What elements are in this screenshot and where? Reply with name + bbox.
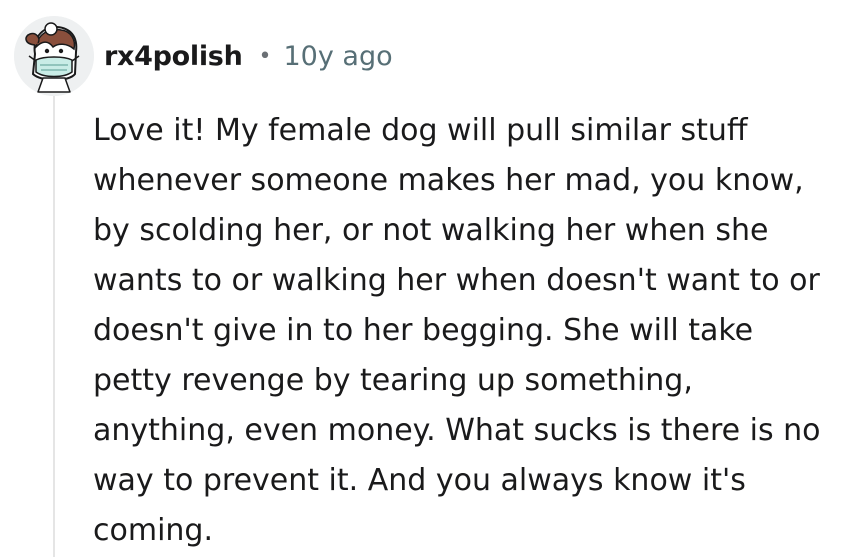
comment-timestamp[interactable]: 10y ago [283, 41, 392, 72]
user-avatar[interactable] [14, 16, 94, 96]
comment-line: coming. [93, 513, 213, 548]
comment-line: Love it! My female dog will pull similar… [93, 113, 748, 148]
comment-line: way to prevent it. And you always know i… [93, 463, 746, 498]
thread-line[interactable] [53, 96, 55, 557]
comment-line: wants to or walking her when doesn't wan… [93, 263, 820, 298]
comment-line: whenever someone makes her mad, you know… [93, 163, 804, 198]
comment-line: by scolding her, or not walking her when… [93, 213, 769, 248]
username-link[interactable]: rx4polish [104, 41, 243, 72]
snoo-avatar-with-face-mask-icon [14, 16, 94, 96]
comment-card: rx4polish • 10y ago Love it! My female d… [0, 0, 849, 557]
comment-meta: rx4polish • 10y ago [104, 36, 393, 76]
comment-body: Love it! My female dog will pull similar… [93, 106, 843, 556]
comment-line: doesn't give in to her begging. She will… [93, 313, 754, 348]
comment-line: petty revenge by tearing up something, [93, 363, 693, 398]
meta-separator: • [258, 43, 272, 69]
comment-line: anything, even money. What sucks is ther… [93, 413, 821, 448]
